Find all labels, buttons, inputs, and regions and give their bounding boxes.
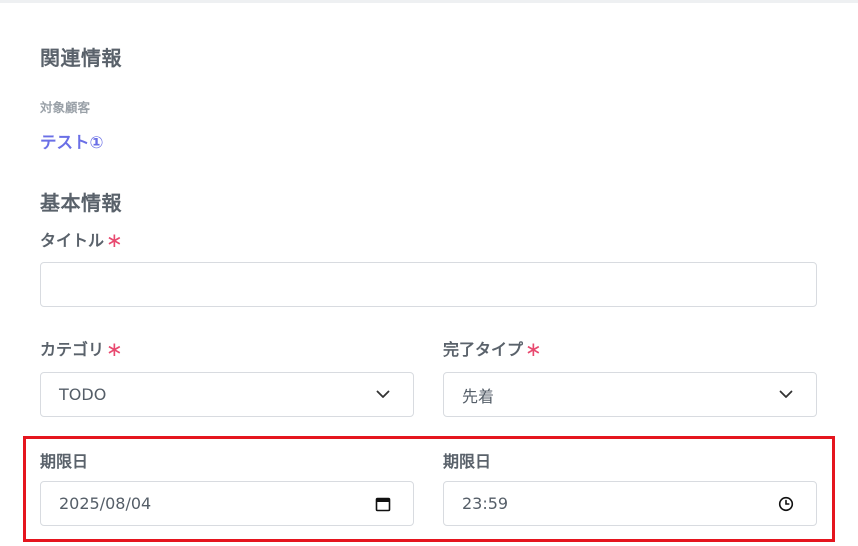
title-label-text: タイトル — [40, 231, 105, 250]
related-info-heading: 関連情報 — [40, 46, 122, 70]
required-mark: ∗ — [106, 337, 123, 361]
due-date-input[interactable]: 2025/08/04 — [40, 481, 414, 526]
clock-icon[interactable] — [776, 494, 796, 514]
customer-label: 対象顧客 — [40, 100, 91, 115]
required-mark: ∗ — [106, 228, 123, 252]
category-label: カテゴリ ∗ — [40, 336, 123, 361]
chevron-down-icon — [373, 385, 393, 405]
category-label-text: カテゴリ — [40, 340, 105, 359]
due-date-label: 期限日 — [40, 452, 89, 471]
completion-type-label: 完了タイプ ∗ — [443, 336, 542, 361]
calendar-icon[interactable] — [373, 494, 393, 514]
due-time-input[interactable]: 23:59 — [443, 481, 817, 526]
title-input[interactable] — [40, 262, 817, 307]
due-time-value: 23:59 — [462, 494, 509, 513]
required-mark: ∗ — [525, 337, 542, 361]
completion-type-select[interactable]: 先着 — [443, 372, 817, 417]
customer-link[interactable]: テスト① — [40, 129, 103, 153]
category-select-value: TODO — [59, 385, 107, 404]
title-label: タイトル ∗ — [40, 227, 123, 252]
basic-info-heading: 基本情報 — [40, 191, 122, 215]
due-date-value: 2025/08/04 — [59, 494, 152, 513]
due-time-label: 期限日 — [443, 452, 492, 471]
completion-type-label-text: 完了タイプ — [443, 340, 524, 359]
completion-type-select-value: 先着 — [462, 386, 495, 406]
category-select[interactable]: TODO — [40, 372, 414, 417]
top-divider — [0, 0, 858, 3]
chevron-down-icon — [776, 385, 796, 405]
